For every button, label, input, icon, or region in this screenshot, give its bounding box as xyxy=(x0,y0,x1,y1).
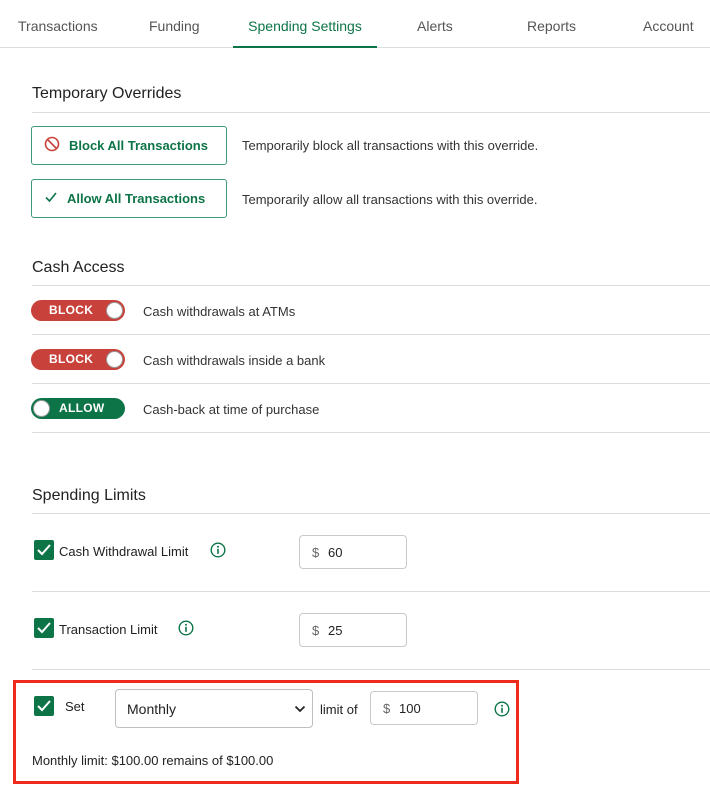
block-all-transactions-button[interactable]: Block All Transactions xyxy=(31,126,227,165)
temporary-overrides-heading: Temporary Overrides xyxy=(32,85,182,102)
tab-account[interactable]: Account xyxy=(643,0,694,48)
tab-bar: Transactions Funding Spending Settings A… xyxy=(0,0,710,48)
block-all-transactions-label: Block All Transactions xyxy=(69,138,208,153)
atm-withdrawal-label: Cash withdrawals at ATMs xyxy=(143,304,296,319)
spending-limits-heading: Spending Limits xyxy=(32,487,146,504)
toggle-state-label: BLOCK xyxy=(49,352,94,366)
tab-funding[interactable]: Funding xyxy=(149,0,200,48)
divider xyxy=(32,334,710,335)
info-icon[interactable] xyxy=(178,620,194,641)
highlight-box xyxy=(13,680,519,784)
cash-withdrawal-limit-label: Cash Withdrawal Limit xyxy=(59,544,189,559)
checkmark-icon xyxy=(44,190,67,207)
block-all-description: Temporarily block all transactions with … xyxy=(242,138,539,153)
allow-all-transactions-button[interactable]: Allow All Transactions xyxy=(31,179,227,218)
atm-withdrawal-toggle[interactable]: BLOCK xyxy=(31,300,125,321)
toggle-knob xyxy=(106,302,123,319)
divider xyxy=(32,112,710,113)
transaction-limit-field[interactable]: $ xyxy=(299,613,407,647)
tab-spending-settings[interactable]: Spending Settings xyxy=(233,0,377,48)
tab-reports[interactable]: Reports xyxy=(527,0,576,48)
divider xyxy=(32,591,710,592)
toggle-state-label: BLOCK xyxy=(49,303,94,317)
tab-alerts[interactable]: Alerts xyxy=(417,0,453,48)
cash-back-label: Cash-back at time of purchase xyxy=(143,402,320,417)
allow-all-transactions-label: Allow All Transactions xyxy=(67,191,206,206)
toggle-state-label: ALLOW xyxy=(59,401,105,415)
bank-withdrawal-toggle[interactable]: BLOCK xyxy=(31,349,125,370)
divider xyxy=(32,285,710,286)
transaction-limit-input[interactable] xyxy=(326,620,400,640)
divider xyxy=(32,432,710,433)
allow-all-description: Temporarily allow all transactions with … xyxy=(242,192,538,207)
cash-withdrawal-limit-checkbox[interactable] xyxy=(34,540,54,560)
divider xyxy=(32,383,710,384)
tab-transactions[interactable]: Transactions xyxy=(18,0,98,48)
divider xyxy=(32,669,710,670)
cash-withdrawal-limit-field[interactable]: $ xyxy=(299,535,407,569)
bank-withdrawal-label: Cash withdrawals inside a bank xyxy=(143,353,326,368)
info-icon[interactable] xyxy=(210,542,226,563)
cash-back-toggle[interactable]: ALLOW xyxy=(31,398,125,419)
toggle-knob xyxy=(106,351,123,368)
toggle-knob xyxy=(33,400,50,417)
divider xyxy=(32,513,710,514)
transaction-limit-checkbox[interactable] xyxy=(34,618,54,638)
currency-symbol: $ xyxy=(312,545,320,560)
transaction-limit-label: Transaction Limit xyxy=(59,622,158,637)
cash-access-heading: Cash Access xyxy=(32,259,125,276)
prohibited-icon xyxy=(44,136,69,155)
currency-symbol: $ xyxy=(312,623,320,638)
cash-withdrawal-limit-input[interactable] xyxy=(326,542,400,562)
